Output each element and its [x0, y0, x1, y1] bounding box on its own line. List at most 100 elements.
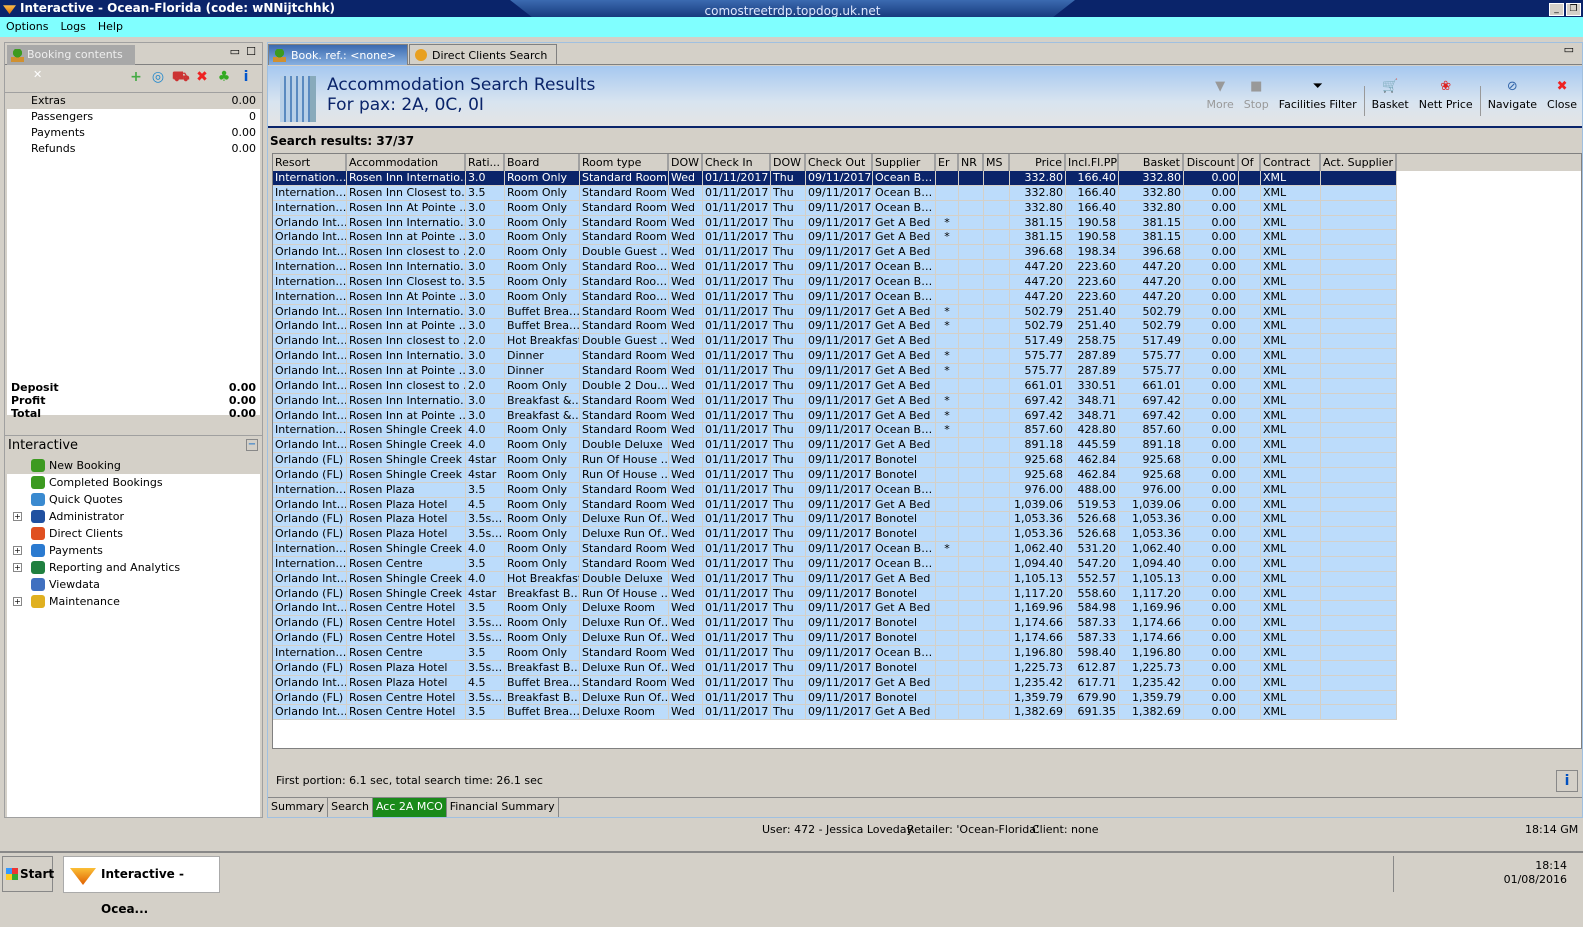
column-header-dow[interactable]: DOW	[771, 154, 806, 171]
tab-booking-contents[interactable]: Booking contents ✕	[7, 45, 135, 81]
table-row[interactable]: Orlando Int… Rosen Inn closest to … 2.0 Hot…	[273, 334, 1581, 350]
expand-icon[interactable]: +	[13, 512, 22, 521]
tab-direct-clients-search[interactable]: Direct Clients Search	[409, 44, 557, 65]
column-header-dow[interactable]: DOW	[669, 154, 703, 171]
table-row[interactable]: Orlando (FL) Rosen Centre Hotel 3.5s… Room …	[273, 631, 1581, 646]
column-header-price[interactable]: Price	[1010, 154, 1066, 171]
table-row[interactable]: Internation… Rosen Centre 3.5 Room Only Stan…	[273, 646, 1581, 661]
add-icon[interactable]: +	[128, 69, 144, 85]
collapse-button[interactable]: −	[246, 439, 258, 451]
start-button[interactable]: Start	[2, 856, 54, 892]
column-header-contract[interactable]: Contract	[1261, 154, 1321, 171]
tree-item-administrator[interactable]: + Administrator	[7, 508, 260, 525]
tree-item-completed-bookings[interactable]: Completed Bookings	[7, 474, 260, 491]
table-row[interactable]: Orlando Int… Rosen Centre Hotel 3.5 Room On…	[273, 601, 1581, 617]
column-header-er[interactable]: Er	[936, 154, 959, 171]
table-row[interactable]: Orlando Int… Rosen Inn Internatio… 3.0 Buff…	[273, 304, 1581, 320]
table-row[interactable]: Internation… Rosen Inn Closest to… 3.5 Room…	[273, 185, 1581, 201]
tree-item-new-booking[interactable]: New Booking	[7, 457, 260, 474]
table-row[interactable]: Internation… Rosen Shingle Creek 4.0 Room O…	[273, 542, 1581, 557]
table-row[interactable]: Orlando (FL) Rosen Shingle Creek 4star Room…	[273, 467, 1581, 483]
expand-icon[interactable]: +	[13, 546, 22, 555]
table-row[interactable]: Orlando (FL) Rosen Centre Hotel 3.5s… Room …	[273, 616, 1581, 632]
basket-icon[interactable]: ⛟	[172, 69, 190, 87]
column-header-actsupplier[interactable]: Act. Supplier	[1321, 154, 1397, 171]
minimize-panel-button[interactable]: ▭	[230, 45, 240, 58]
table-row[interactable]: Internation… Rosen Centre 3.5 Room Only Stan…	[273, 556, 1581, 572]
column-header-inclflpp[interactable]: Incl.Fl.PP	[1066, 154, 1119, 171]
tree-item-maintenance[interactable]: + Maintenance	[7, 593, 260, 610]
bottom-tab-financial-summary[interactable]: Financial Summary	[447, 798, 559, 817]
column-header-resort[interactable]: Resort	[273, 154, 347, 171]
table-row[interactable]: Internation… Rosen Inn Closest to… 3.5 Room…	[273, 274, 1581, 290]
menu-help[interactable]: Help	[98, 20, 123, 33]
table-row[interactable]: Orlando Int… Rosen Inn Internatio… 3.0 Room…	[273, 215, 1581, 231]
table-row[interactable]: Orlando Int… Rosen Inn Internatio… 3.0 Brea…	[273, 393, 1581, 409]
table-row[interactable]: Orlando Int… Rosen Centre Hotel 3.5 Buffet …	[273, 705, 1581, 721]
table-row[interactable]: Orlando Int… Rosen Inn closest to … 2.0 Roo…	[273, 378, 1581, 394]
table-row[interactable]: Orlando (FL) Rosen Centre Hotel 3.5s… Break…	[273, 690, 1581, 706]
navigate-button[interactable]: ⊘ Navigate	[1483, 80, 1542, 122]
table-row[interactable]: Internation… Rosen Inn At Pointe … 3.0 Room…	[273, 289, 1581, 305]
taskbar-item-interactive[interactable]: Interactive - Ocea...	[63, 856, 220, 916]
bottom-tab-search[interactable]: Search	[328, 798, 373, 817]
column-header-supplier[interactable]: Supplier	[873, 154, 936, 171]
expand-icon[interactable]: +	[13, 597, 22, 606]
column-header-of[interactable]: Of	[1239, 154, 1261, 171]
minimize-panel-button[interactable]: ▭	[1564, 43, 1574, 56]
table-row[interactable]: Orlando Int… Rosen Inn Internatio… 3.0 Dinn…	[273, 349, 1581, 364]
tree-item-payments[interactable]: + Payments	[7, 542, 260, 559]
nett-price-button[interactable]: ❀ Nett Price	[1414, 80, 1478, 122]
more-button[interactable]: ▼ More	[1201, 80, 1238, 122]
column-header-discount[interactable]: Discount	[1184, 154, 1239, 171]
close-button[interactable]: ✖ Close	[1542, 80, 1582, 122]
table-row[interactable]: Orlando (FL) Rosen Shingle Creek 4star Room…	[273, 453, 1581, 468]
info-icon[interactable]: i	[238, 69, 254, 85]
column-header-roomtype[interactable]: Room type	[580, 154, 669, 171]
table-row[interactable]: Internation… Rosen Inn At Pointe … 3.0 Room…	[273, 200, 1581, 216]
table-row[interactable]: Internation… Rosen Shingle Creek 4.0 Room O…	[273, 423, 1581, 439]
table-row[interactable]: Orlando Int… Rosen Inn at Pointe … 3.0 Brea…	[273, 408, 1581, 424]
table-row[interactable]: Orlando Int… Rosen Inn closest to … 2.0 Roo…	[273, 245, 1581, 261]
column-header-basket[interactable]: Basket	[1119, 154, 1184, 171]
menu-options[interactable]: Options	[6, 20, 48, 33]
bottom-tab-summary[interactable]: Summary	[268, 798, 329, 817]
table-row[interactable]: Internation… Rosen Inn Internatio… 3.0 Room…	[273, 260, 1581, 275]
table-row[interactable]: Orlando Int… Rosen Inn at Pointe … 3.0 Dinn…	[273, 363, 1581, 379]
maximize-panel-button[interactable]: ☐	[246, 45, 256, 58]
info-button[interactable]: i	[1556, 770, 1578, 792]
column-header-board[interactable]: Board	[505, 154, 580, 171]
column-header-accommodation[interactable]: Accommodation	[347, 154, 466, 171]
stop-button[interactable]: ■ Stop	[1239, 80, 1274, 122]
column-header-nr[interactable]: NR	[959, 154, 984, 171]
column-header-rati[interactable]: Rati...	[466, 154, 505, 171]
basket-button[interactable]: 🛒 Basket	[1367, 80, 1414, 122]
tree-item-reporting-and-analytics[interactable]: + Reporting and Analytics	[7, 559, 260, 576]
tree-item-direct-clients[interactable]: Direct Clients	[7, 525, 260, 542]
facilities-filter-button[interactable]: ⏷ Facilities Filter	[1274, 80, 1362, 122]
column-header-checkout[interactable]: Check Out	[806, 154, 873, 171]
table-row[interactable]: Orlando (FL) Rosen Plaza Hotel 3.5s… Breakf…	[273, 660, 1581, 676]
close-tab-icon[interactable]: ✕	[33, 68, 42, 81]
table-row[interactable]: Orlando (FL) Rosen Plaza Hotel 3.5s… Room O…	[273, 512, 1581, 528]
table-row[interactable]: Internation… Rosen Plaza 3.5 Room Only Stand…	[273, 482, 1581, 498]
table-row[interactable]: Orlando (FL) Rosen Plaza Hotel 3.5s… Room O…	[273, 527, 1581, 543]
tree-item-viewdata[interactable]: Viewdata	[7, 576, 260, 593]
table-row[interactable]: Orlando (FL) Rosen Shingle Creek 4star Brea…	[273, 586, 1581, 602]
expand-icon[interactable]: +	[13, 563, 22, 572]
delete-icon[interactable]: ✖	[194, 69, 210, 85]
refresh-icon[interactable]: ◎	[150, 69, 166, 85]
minimize-button[interactable]: _	[1549, 3, 1564, 16]
menu-logs[interactable]: Logs	[60, 20, 85, 33]
table-row[interactable]: Orlando Int… Rosen Shingle Creek 4.0 Room O…	[273, 438, 1581, 454]
column-header-ms[interactable]: MS	[984, 154, 1010, 171]
table-row[interactable]: Orlando Int… Rosen Inn at Pointe … 3.0 Buff…	[273, 319, 1581, 335]
table-row[interactable]: Internation… Rosen Inn Internatio… 3.0 Room…	[273, 171, 1581, 186]
table-row[interactable]: Orlando Int… Rosen Plaza Hotel 4.5 Buffet B…	[273, 675, 1581, 691]
restore-button[interactable]: ❐	[1566, 3, 1581, 16]
tab-booking-ref[interactable]: Book. ref.: <none> ✕	[268, 44, 408, 83]
palm-icon[interactable]: ♣	[216, 69, 232, 85]
table-row[interactable]: Orlando Int… Rosen Inn at Pointe … 3.0 Room…	[273, 230, 1581, 246]
table-row[interactable]: Orlando Int… Rosen Shingle Creek 4.0 Hot Br…	[273, 571, 1581, 587]
table-row[interactable]: Orlando Int… Rosen Plaza Hotel 4.5 Room Onl…	[273, 497, 1581, 513]
